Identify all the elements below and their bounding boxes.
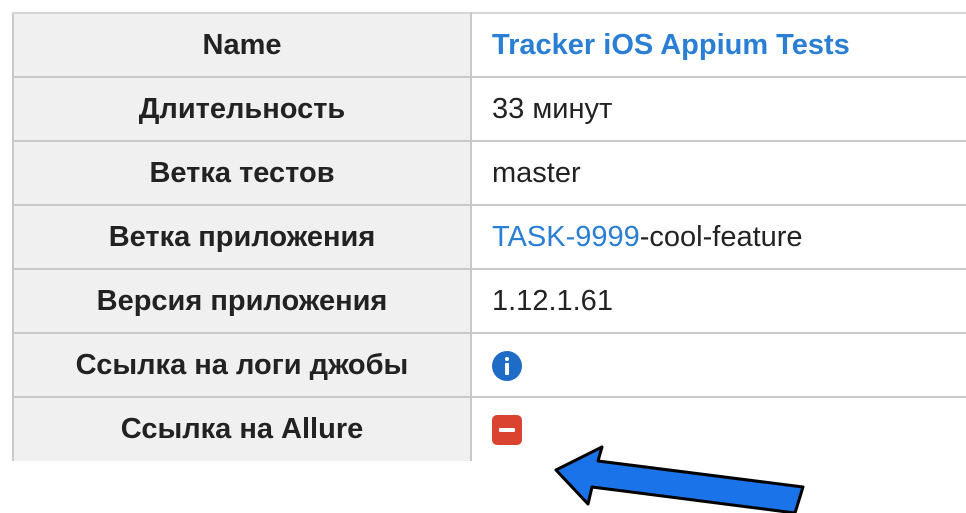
allure-link-value [470, 396, 966, 461]
test-branch-value: master [470, 140, 966, 206]
app-branch-value: TASK-9999-cool-feature [470, 204, 966, 270]
row-label: Ссылка на логи джобы [12, 332, 472, 398]
duration-value: 33 минут [470, 76, 966, 142]
build-name-link[interactable]: Tracker iOS Appium Tests [492, 29, 850, 61]
table-row-name: Name Tracker iOS Appium Tests [12, 12, 966, 78]
screenshot-canvas: Name Tracker iOS Appium Tests Длительнос… [0, 0, 966, 513]
table-row-allure: Ссылка на Allure [12, 396, 966, 461]
table-row-job-logs: Ссылка на логи джобы [12, 332, 966, 398]
table-row-app-branch: Ветка приложения TASK-9999-cool-feature [12, 204, 966, 270]
row-label: Длительность [12, 76, 472, 142]
build-info-table: Name Tracker iOS Appium Tests Длительнос… [12, 12, 966, 461]
branch-suffix: -cool-feature [639, 220, 803, 253]
row-label: Версия приложения [12, 268, 472, 334]
table-row-duration: Длительность 33 минут [12, 76, 966, 142]
table-row-app-version: Версия приложения 1.12.1.61 [12, 268, 966, 334]
minus-icon[interactable] [492, 415, 522, 446]
row-label: Ссылка на Allure [12, 396, 472, 461]
row-label: Name [12, 12, 472, 78]
task-link[interactable]: TASK-9999 [492, 221, 640, 253]
row-label: Ветка тестов [12, 140, 472, 206]
table-row-test-branch: Ветка тестов master [12, 140, 966, 206]
job-logs-value [470, 332, 966, 398]
row-label: Ветка приложения [12, 204, 472, 270]
row-value: Tracker iOS Appium Tests [470, 12, 966, 78]
app-version-value: 1.12.1.61 [470, 268, 966, 334]
info-icon[interactable] [492, 350, 522, 381]
